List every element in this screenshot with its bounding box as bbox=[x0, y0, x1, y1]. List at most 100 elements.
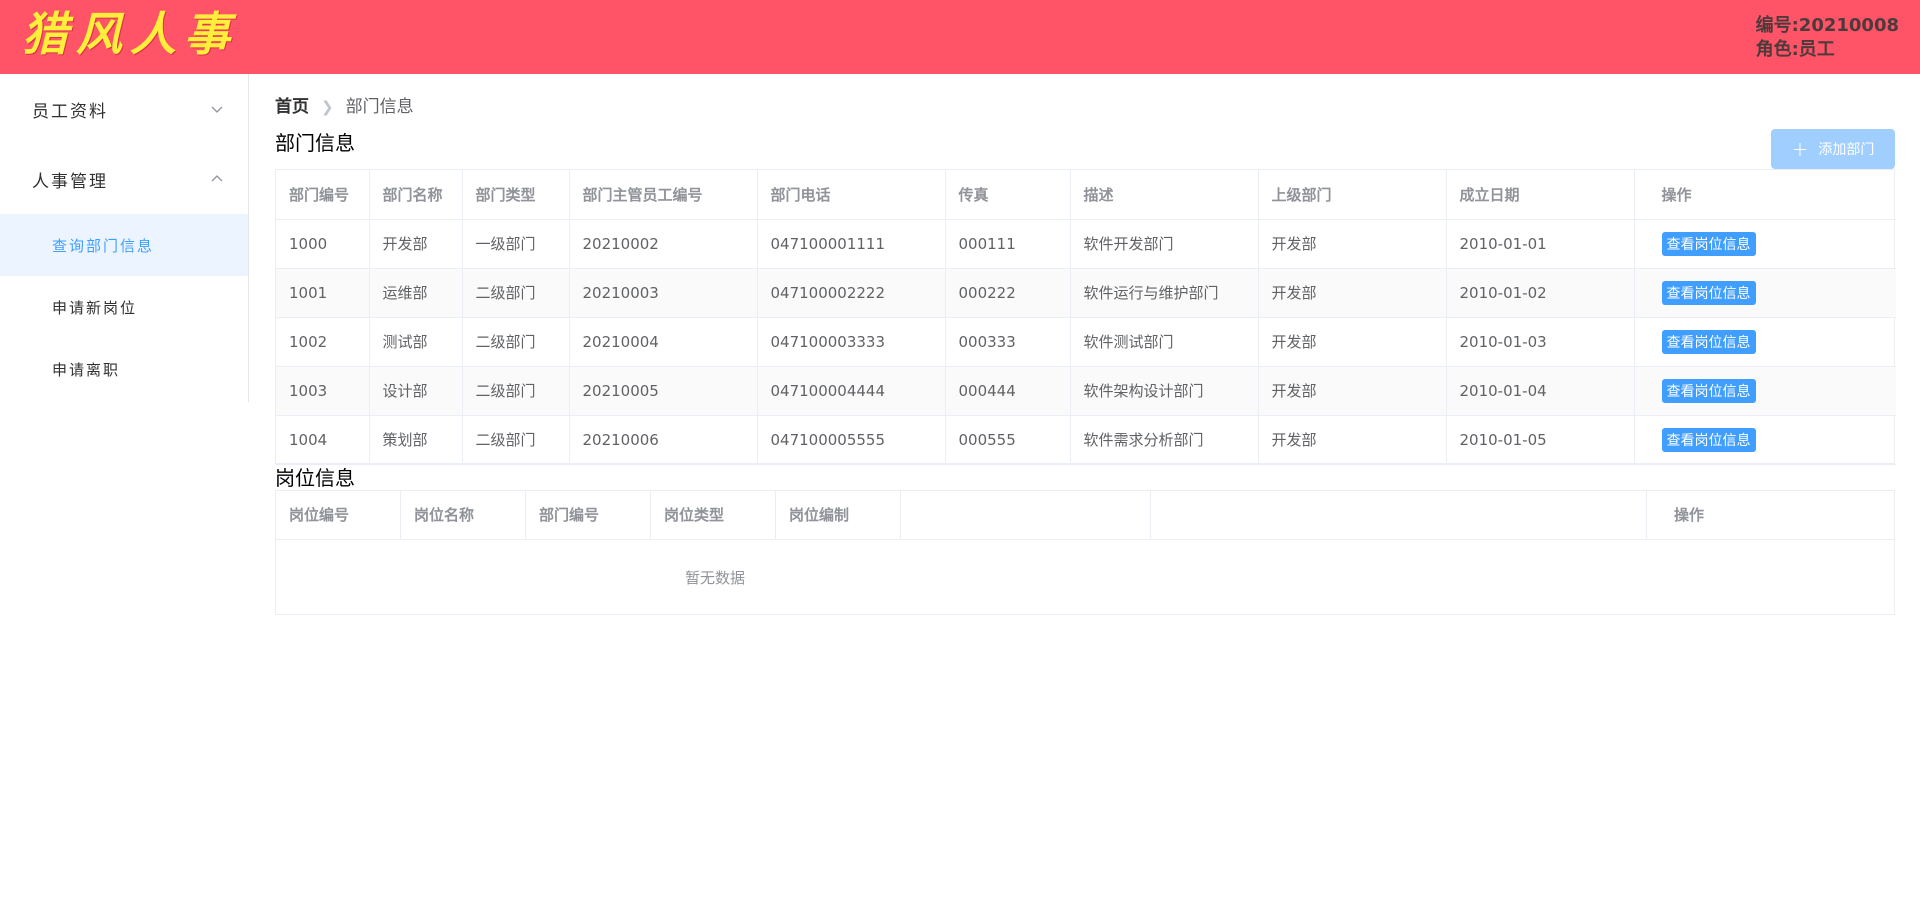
cell: 20210003 bbox=[569, 268, 758, 318]
cell: 047100002222 bbox=[757, 268, 946, 318]
sidebar-item-apply-resign[interactable]: 申请离职 bbox=[0, 338, 248, 400]
cell: 开发部 bbox=[1258, 415, 1447, 465]
column-header: 岗位类型 bbox=[651, 491, 776, 540]
breadcrumb-current: 部门信息 bbox=[345, 97, 414, 117]
department-table: 部门编号 部门名称 部门类型 部门主管员工编号 部门电话 传真 描述 上级部门 … bbox=[275, 169, 1896, 465]
table-row: 1000 开发部 一级部门 20210002 047100001111 0001… bbox=[276, 219, 1896, 269]
menu-hr-management[interactable]: 人事管理 bbox=[0, 144, 248, 214]
empty-state-text: 暂无数据 bbox=[684, 569, 745, 587]
cell: 测试部 bbox=[369, 317, 463, 367]
add-department-button[interactable]: + 添加部门 bbox=[1771, 129, 1895, 169]
cell: 开发部 bbox=[1258, 268, 1447, 318]
column-header: 描述 bbox=[1070, 170, 1259, 220]
action-cell: 查看岗位信息 bbox=[1634, 268, 1896, 318]
sidebar-item-query-department[interactable]: 查询部门信息 bbox=[0, 214, 248, 276]
sidebar-item-apply-position[interactable]: 申请新岗位 bbox=[0, 276, 248, 338]
cell: 20210005 bbox=[569, 366, 758, 416]
action-cell: 查看岗位信息 bbox=[1634, 317, 1896, 367]
column-header: 部门名称 bbox=[369, 170, 463, 220]
view-positions-button[interactable]: 查看岗位信息 bbox=[1661, 280, 1756, 305]
menu-employee-info[interactable]: 员工资料 bbox=[0, 74, 248, 144]
chevron-right-icon: ❯ bbox=[321, 98, 334, 116]
view-positions-button[interactable]: 查看岗位信息 bbox=[1661, 231, 1756, 256]
cell: 2010-01-02 bbox=[1446, 268, 1635, 318]
cell: 2010-01-01 bbox=[1446, 219, 1635, 269]
menu-label: 人事管理 bbox=[32, 171, 108, 192]
cell: 000555 bbox=[945, 415, 1071, 465]
cell: 二级部门 bbox=[462, 268, 570, 318]
cell: 1004 bbox=[276, 415, 370, 465]
chevron-down-icon bbox=[211, 106, 223, 113]
cell: 策划部 bbox=[369, 415, 463, 465]
cell: 软件开发部门 bbox=[1070, 219, 1259, 269]
top-header: 猎风人事 编号:20210008 角色:员工 bbox=[0, 0, 1920, 74]
column-header: 部门编号 bbox=[276, 170, 370, 220]
cell: 开发部 bbox=[1258, 366, 1447, 416]
cell: 000333 bbox=[945, 317, 1071, 367]
column-header: 上级部门 bbox=[1258, 170, 1447, 220]
table-row: 1002 测试部 二级部门 20210004 047100003333 0003… bbox=[276, 317, 1896, 367]
plus-icon: + bbox=[1791, 137, 1809, 161]
cell: 000111 bbox=[945, 219, 1071, 269]
cell: 运维部 bbox=[369, 268, 463, 318]
cell: 047100001111 bbox=[757, 219, 946, 269]
cell: 000222 bbox=[945, 268, 1071, 318]
cell: 2010-01-04 bbox=[1446, 366, 1635, 416]
position-table: 岗位编号 岗位名称 部门编号 岗位类型 岗位编制 操作 暂无数据 bbox=[275, 490, 1895, 615]
cell: 二级部门 bbox=[462, 317, 570, 367]
view-positions-button[interactable]: 查看岗位信息 bbox=[1661, 329, 1756, 354]
cell: 000444 bbox=[945, 366, 1071, 416]
cell: 20210002 bbox=[569, 219, 758, 269]
user-id: 编号:20210008 bbox=[1755, 15, 1899, 36]
column-header-blank bbox=[901, 491, 1151, 540]
column-header: 部门类型 bbox=[462, 170, 570, 220]
cell: 2010-01-03 bbox=[1446, 317, 1635, 367]
column-header: 岗位编号 bbox=[276, 491, 401, 540]
cell: 一级部门 bbox=[462, 219, 570, 269]
table-row: 1004 策划部 二级部门 20210006 047100005555 0005… bbox=[276, 415, 1896, 465]
position-section-title: 岗位信息 bbox=[275, 466, 355, 490]
cell: 二级部门 bbox=[462, 366, 570, 416]
cell: 047100003333 bbox=[757, 317, 946, 367]
breadcrumb-home[interactable]: 首页 bbox=[275, 96, 309, 118]
cell: 开发部 bbox=[369, 219, 463, 269]
menu-label: 员工资料 bbox=[32, 101, 108, 122]
table-header-row: 岗位编号 岗位名称 部门编号 岗位类型 岗位编制 操作 bbox=[276, 491, 1894, 540]
cell: 软件架构设计部门 bbox=[1070, 366, 1259, 416]
breadcrumb: 首页 ❯ 部门信息 bbox=[275, 96, 414, 118]
column-header: 操作 bbox=[1634, 170, 1896, 220]
cell: 1002 bbox=[276, 317, 370, 367]
cell: 047100005555 bbox=[757, 415, 946, 465]
cell: 软件需求分析部门 bbox=[1070, 415, 1259, 465]
cell: 047100004444 bbox=[757, 366, 946, 416]
action-cell: 查看岗位信息 bbox=[1634, 415, 1896, 465]
table-row: 1003 设计部 二级部门 20210005 047100004444 0004… bbox=[276, 366, 1896, 416]
app-logo: 猎风人事 bbox=[22, 7, 238, 61]
view-positions-button[interactable]: 查看岗位信息 bbox=[1661, 378, 1756, 403]
column-header-action: 操作 bbox=[1646, 491, 1896, 540]
column-header: 部门编号 bbox=[526, 491, 651, 540]
user-info: 编号:20210008 角色:员工 bbox=[1756, 14, 1899, 62]
column-header: 成立日期 bbox=[1446, 170, 1635, 220]
chevron-up-icon bbox=[211, 175, 223, 182]
cell: 设计部 bbox=[369, 366, 463, 416]
column-header: 部门主管员工编号 bbox=[569, 170, 758, 220]
sidebar-menu: 员工资料 人事管理 查询部门信息 申请新岗位 申请离职 bbox=[0, 74, 249, 402]
table-header-row: 部门编号 部门名称 部门类型 部门主管员工编号 部门电话 传真 描述 上级部门 … bbox=[276, 170, 1896, 220]
cell: 软件运行与维护部门 bbox=[1070, 268, 1259, 318]
cell: 1001 bbox=[276, 268, 370, 318]
cell: 1000 bbox=[276, 219, 370, 269]
cell: 软件测试部门 bbox=[1070, 317, 1259, 367]
cell: 2010-01-05 bbox=[1446, 415, 1635, 465]
view-positions-button[interactable]: 查看岗位信息 bbox=[1661, 427, 1756, 452]
cell: 20210004 bbox=[569, 317, 758, 367]
user-role: 角色:员工 bbox=[1755, 39, 1835, 60]
column-header: 部门电话 bbox=[757, 170, 946, 220]
cell: 开发部 bbox=[1258, 317, 1447, 367]
table-row: 1001 运维部 二级部门 20210003 047100002222 0002… bbox=[276, 268, 1896, 318]
cell: 开发部 bbox=[1258, 219, 1447, 269]
cell: 1003 bbox=[276, 366, 370, 416]
action-cell: 查看岗位信息 bbox=[1634, 219, 1896, 269]
add-department-label: 添加部门 bbox=[1818, 142, 1875, 158]
column-header: 岗位名称 bbox=[401, 491, 526, 540]
